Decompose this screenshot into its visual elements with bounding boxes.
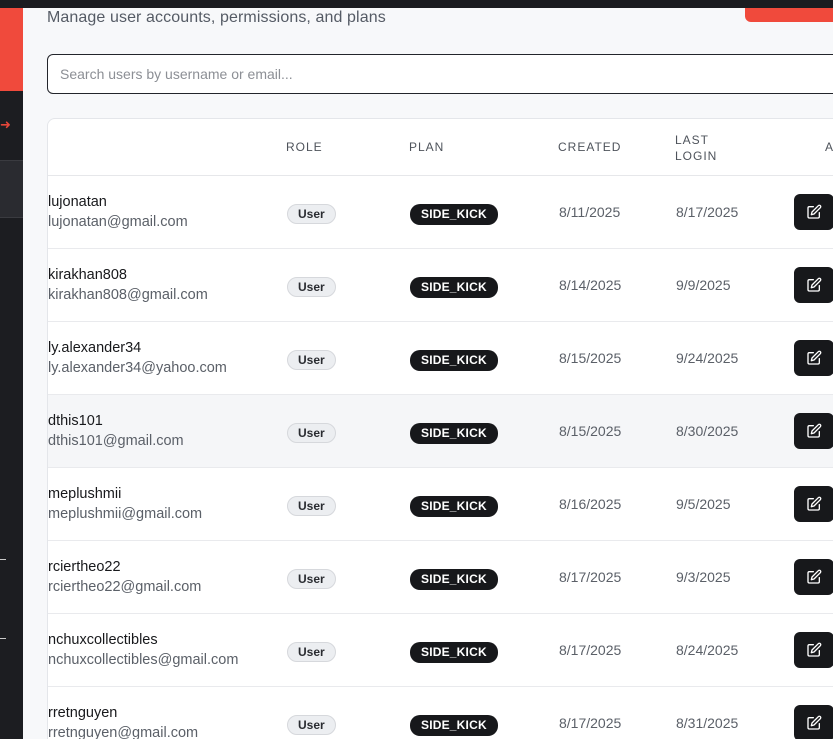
- column-header-last-login-line1: LAST: [675, 133, 710, 147]
- user-email: kirakhan808@gmail.com: [48, 287, 208, 303]
- column-header-created[interactable]: CREATED: [558, 140, 621, 154]
- edit-icon: [807, 277, 822, 292]
- table-row[interactable]: rretnguyen rretnguyen@gmail.com User SID…: [48, 687, 833, 739]
- plan-badge: SIDE_KICK: [410, 350, 498, 371]
- user-email: rciertheo22@gmail.com: [48, 579, 202, 595]
- edit-icon: [807, 569, 822, 584]
- page-subtitle: Manage user accounts, permissions, and p…: [47, 9, 386, 26]
- column-header-last-login[interactable]: LAST LOGIN: [675, 132, 717, 164]
- edit-button[interactable]: [794, 194, 833, 230]
- column-header-plan[interactable]: PLAN: [409, 140, 444, 154]
- username: meplushmii: [48, 486, 122, 502]
- created-date: 8/15/2025: [559, 350, 622, 366]
- edit-icon: [807, 715, 822, 730]
- sidebar: ➜: [0, 8, 23, 739]
- username: ly.alexander34: [48, 340, 142, 356]
- user-email: meplushmii@gmail.com: [48, 506, 203, 522]
- last-login-date: 9/24/2025: [676, 350, 739, 366]
- plan-badge: SIDE_KICK: [410, 715, 498, 736]
- edit-button[interactable]: [794, 632, 833, 668]
- created-date: 8/11/2025: [559, 204, 621, 220]
- sidebar-divider: [0, 559, 6, 560]
- user-email: rretnguyen@gmail.com: [48, 725, 199, 739]
- username: lujonatan: [48, 194, 107, 210]
- last-login-date: 9/5/2025: [676, 496, 731, 512]
- sidebar-item-users[interactable]: [0, 161, 23, 218]
- username: nchuxcollectibles: [48, 632, 158, 648]
- edit-button[interactable]: [794, 267, 833, 303]
- last-login-date: 8/17/2025: [676, 204, 739, 220]
- username: rretnguyen: [48, 705, 118, 721]
- role-badge: User: [287, 496, 336, 516]
- role-badge: User: [287, 350, 336, 370]
- table-row[interactable]: rciertheo22 rciertheo22@gmail.com User S…: [48, 541, 833, 614]
- username: rciertheo22: [48, 559, 121, 575]
- plan-badge: SIDE_KICK: [410, 423, 498, 444]
- plan-badge: SIDE_KICK: [410, 204, 498, 225]
- user-email: lujonatan@gmail.com: [48, 214, 188, 230]
- plan-badge: SIDE_KICK: [410, 277, 498, 298]
- created-date: 8/17/2025: [559, 569, 622, 585]
- last-login-date: 8/31/2025: [676, 715, 739, 731]
- user-email: ly.alexander34@yahoo.com: [48, 360, 227, 376]
- role-badge: User: [287, 423, 336, 443]
- search-input[interactable]: [47, 54, 833, 94]
- created-date: 8/17/2025: [559, 715, 622, 731]
- last-login-date: 8/24/2025: [676, 642, 739, 658]
- edit-icon: [807, 350, 822, 365]
- username: kirakhan808: [48, 267, 127, 283]
- column-header-last-login-line2: LOGIN: [675, 149, 718, 163]
- last-login-date: 9/9/2025: [676, 277, 731, 293]
- role-badge: User: [287, 569, 336, 589]
- sidebar-divider: [0, 217, 23, 218]
- sidebar-divider: [0, 638, 6, 639]
- table-row[interactable]: nchuxcollectibles nchuxcollectibles@gmai…: [48, 614, 833, 687]
- created-date: 8/16/2025: [559, 496, 622, 512]
- username: dthis101: [48, 413, 103, 429]
- edit-button[interactable]: [794, 486, 833, 522]
- main-content: Manage user accounts, permissions, and p…: [23, 8, 833, 739]
- table-row[interactable]: dthis101 dthis101@gmail.com User SIDE_KI…: [48, 395, 833, 468]
- edit-button[interactable]: [794, 559, 833, 595]
- role-badge: User: [287, 642, 336, 662]
- edit-icon: [807, 204, 822, 219]
- table-row[interactable]: lujonatan lujonatan@gmail.com User SIDE_…: [48, 176, 833, 249]
- column-header-actions: A: [825, 140, 833, 154]
- role-badge: User: [287, 204, 336, 224]
- column-header-role[interactable]: ROLE: [286, 140, 323, 154]
- last-login-date: 9/3/2025: [676, 569, 731, 585]
- table-row[interactable]: ly.alexander34 ly.alexander34@yahoo.com …: [48, 322, 833, 395]
- role-badge: User: [287, 715, 336, 735]
- last-login-date: 8/30/2025: [676, 423, 739, 439]
- table-row[interactable]: meplushmii meplushmii@gmail.com User SID…: [48, 468, 833, 541]
- user-email: nchuxcollectibles@gmail.com: [48, 652, 239, 668]
- edit-icon: [807, 423, 822, 438]
- arrow-right-icon[interactable]: ➜: [0, 118, 11, 131]
- edit-button[interactable]: [794, 705, 833, 739]
- add-user-button[interactable]: [745, 8, 833, 22]
- users-table: ROLE PLAN CREATED LAST LOGIN A lujonatan…: [47, 118, 833, 739]
- edit-icon: [807, 496, 822, 511]
- edit-button[interactable]: [794, 340, 833, 376]
- edit-button[interactable]: [794, 413, 833, 449]
- created-date: 8/14/2025: [559, 277, 622, 293]
- edit-icon: [807, 642, 822, 657]
- user-email: dthis101@gmail.com: [48, 433, 184, 449]
- created-date: 8/15/2025: [559, 423, 622, 439]
- table-header: ROLE PLAN CREATED LAST LOGIN A: [48, 119, 833, 176]
- plan-badge: SIDE_KICK: [410, 642, 498, 663]
- table-row[interactable]: kirakhan808 kirakhan808@gmail.com User S…: [48, 249, 833, 322]
- role-badge: User: [287, 277, 336, 297]
- plan-badge: SIDE_KICK: [410, 569, 498, 590]
- plan-badge: SIDE_KICK: [410, 496, 498, 517]
- brand-logo[interactable]: [0, 8, 23, 91]
- top-bar: [0, 0, 833, 8]
- created-date: 8/17/2025: [559, 642, 622, 658]
